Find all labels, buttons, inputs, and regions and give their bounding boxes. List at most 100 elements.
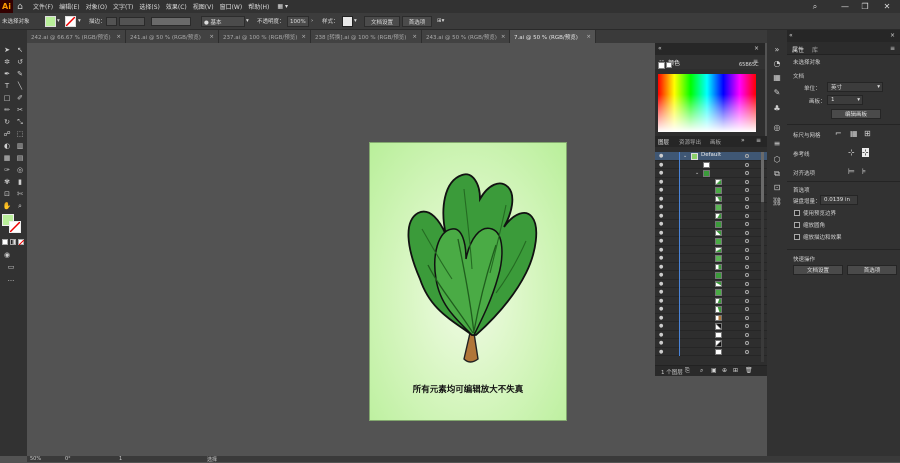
scrollbar-thumb[interactable] xyxy=(761,152,764,202)
align-artboard-icon[interactable]: ⊧ xyxy=(862,167,866,176)
color-mode-icon[interactable] xyxy=(2,239,8,245)
panel-menu-icon[interactable]: ≡ xyxy=(756,137,761,144)
magic-wand-icon[interactable]: ✲ xyxy=(1,57,13,67)
eye-icon[interactable]: ● xyxy=(659,281,665,287)
eye-icon[interactable]: ● xyxy=(659,332,665,338)
eye-icon[interactable]: ● xyxy=(659,238,665,244)
target-icon[interactable] xyxy=(745,332,749,337)
layer-row[interactable]: ● xyxy=(655,313,767,322)
eye-icon[interactable]: ● xyxy=(659,306,665,312)
trash-icon[interactable]: 🗑 xyxy=(745,367,753,374)
minimize-button[interactable]: — xyxy=(838,0,852,13)
layer-row[interactable]: ● xyxy=(655,271,767,280)
workspace-icon[interactable]: ▦ ▾ xyxy=(277,3,288,10)
target-icon[interactable] xyxy=(745,171,749,175)
keyboard-increment-input[interactable]: 0.0139 in xyxy=(820,195,858,205)
tab-layers[interactable]: 图层 xyxy=(658,138,669,146)
brush-select[interactable]: ● 基本 xyxy=(201,16,245,27)
warp-tool-icon[interactable]: ☍ xyxy=(1,129,13,139)
scale-tool-icon[interactable]: ⤡ xyxy=(14,117,26,127)
new-layer-icon[interactable]: ⊞ xyxy=(733,367,738,374)
stroke-panel-icon[interactable]: ≡ xyxy=(771,138,783,149)
panel-collapse-icon[interactable]: « xyxy=(658,45,662,52)
chevron-right-icon[interactable]: › xyxy=(311,16,313,26)
artboard-tool-icon[interactable]: ⊡ xyxy=(1,189,13,199)
artboards-icon[interactable]: ⊡ xyxy=(771,182,783,193)
menu-edit[interactable]: 编辑(E) xyxy=(59,2,79,11)
symbols-icon[interactable]: ♣ xyxy=(771,103,783,114)
chevron-down-icon[interactable]: ▾ xyxy=(246,16,249,26)
layer-row[interactable]: ● xyxy=(655,262,767,271)
tab-document-238[interactable]: 238 [转换].ai @ 100 % (RGB/预览) × xyxy=(311,30,422,43)
target-icon[interactable] xyxy=(745,188,749,192)
draw-mode-icon[interactable]: ◉ xyxy=(1,250,13,260)
line-tool-icon[interactable]: ╲ xyxy=(14,81,26,91)
layer-row[interactable]: ● xyxy=(655,347,767,356)
document-setup-button[interactable]: 文档设置 xyxy=(364,16,400,27)
target-icon[interactable] xyxy=(745,307,749,311)
grid-icon[interactable]: ▦ xyxy=(850,129,858,138)
scale-strokes-checkbox[interactable] xyxy=(794,234,800,240)
eye-icon[interactable]: ● xyxy=(659,162,665,168)
edit-artboards-button[interactable]: 编辑画板 xyxy=(831,109,881,119)
target-icon[interactable] xyxy=(745,273,749,277)
tab-artboards[interactable]: 画板 xyxy=(710,138,721,146)
appearance-icon[interactable]: ◎ xyxy=(771,122,783,133)
ruler-icon[interactable]: ⌐ xyxy=(835,129,842,138)
panel-collapse-icon[interactable]: » xyxy=(741,137,745,144)
layer-row[interactable]: ● xyxy=(655,339,767,348)
clip-mask-icon[interactable]: ▣ xyxy=(711,367,717,374)
target-icon[interactable] xyxy=(745,298,749,303)
eye-icon[interactable]: ● xyxy=(659,272,665,278)
style-swatch[interactable] xyxy=(342,16,353,27)
shaper-tool-icon[interactable]: ✏ xyxy=(1,105,13,115)
eyedropper-icon[interactable]: ✑ xyxy=(1,165,13,175)
close-icon[interactable]: × xyxy=(586,34,591,40)
eye-icon[interactable]: ● xyxy=(659,289,665,295)
layer-row[interactable]: ● xyxy=(655,203,767,212)
layer-row[interactable]: ● xyxy=(655,245,767,254)
eye-icon[interactable]: ● xyxy=(659,170,665,176)
target-icon[interactable] xyxy=(745,154,749,158)
artboard-select[interactable]: 1 ▾ xyxy=(827,95,863,105)
rectangle-tool-icon[interactable]: □ xyxy=(1,93,13,103)
color-spectrum[interactable] xyxy=(658,74,756,132)
close-button[interactable]: ✕ xyxy=(880,0,894,13)
fill-swatch[interactable] xyxy=(45,16,56,27)
target-icon[interactable] xyxy=(745,247,749,252)
eye-icon[interactable]: ● xyxy=(659,264,665,270)
eye-icon[interactable]: ● xyxy=(659,221,665,227)
opacity-input[interactable]: 100% xyxy=(287,16,309,27)
eye-icon[interactable]: ● xyxy=(659,255,665,261)
target-icon[interactable] xyxy=(745,341,749,345)
swatches-icon[interactable]: ▦ xyxy=(771,72,783,83)
direct-selection-tool-icon[interactable]: ↖ xyxy=(14,45,26,55)
tab-properties[interactable]: 属性 xyxy=(792,45,804,54)
panel-collapse-icon[interactable]: « xyxy=(789,32,793,39)
stroke-color-swatch[interactable] xyxy=(9,221,21,233)
panel-collapse-icon[interactable]: » xyxy=(771,44,783,55)
panel-close-icon[interactable]: × xyxy=(890,32,895,39)
close-icon[interactable]: × xyxy=(116,34,121,40)
none-mode-icon[interactable] xyxy=(18,239,25,246)
pixel-grid-icon[interactable]: ⊞ xyxy=(864,129,871,138)
new-sublayer-icon[interactable]: ⊕ xyxy=(722,367,727,374)
menu-effect[interactable]: 效果(C) xyxy=(166,2,187,11)
layer-row[interactable]: ● xyxy=(655,322,767,331)
home-icon[interactable]: ⌂ xyxy=(13,0,27,13)
eye-icon[interactable]: ● xyxy=(659,187,665,193)
layer-row[interactable]: ● xyxy=(655,228,767,237)
layer-row[interactable]: ● xyxy=(655,279,767,288)
menu-object[interactable]: 对象(O) xyxy=(86,2,107,11)
preferences-button[interactable]: 首选项 xyxy=(847,265,897,275)
spinach-illustration[interactable] xyxy=(400,169,538,365)
menu-type[interactable]: 文字(T) xyxy=(113,2,133,11)
target-icon[interactable] xyxy=(745,162,749,167)
target-icon[interactable] xyxy=(745,281,749,286)
panel-close-icon[interactable]: × xyxy=(754,45,759,52)
screen-mode-icon[interactable]: ▭ xyxy=(5,262,17,272)
stroke-swatch[interactable] xyxy=(65,16,76,27)
layer-row[interactable]: ● xyxy=(655,177,767,186)
eye-icon[interactable]: ● xyxy=(659,349,665,355)
shape-builder-icon[interactable]: ◐ xyxy=(1,141,13,151)
